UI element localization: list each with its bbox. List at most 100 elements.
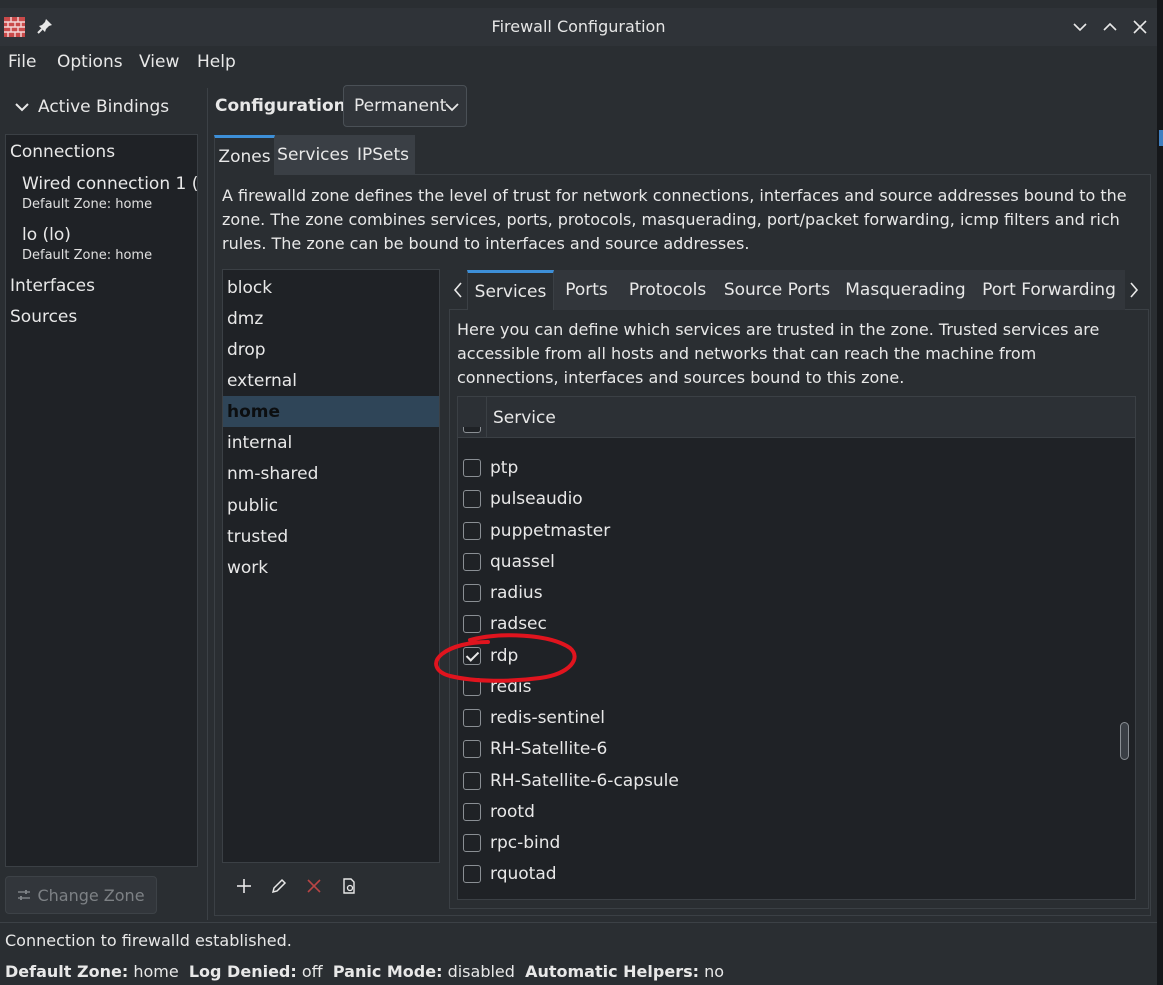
configuration-label: Configuration: <box>215 96 353 116</box>
zone-item-block[interactable]: block <box>223 272 439 303</box>
service-checkbox[interactable] <box>463 647 481 665</box>
connection-wired-name[interactable]: Wired connection 1 (en <box>22 174 197 194</box>
tab-zones[interactable]: Zones <box>214 135 275 175</box>
connection-lo-name[interactable]: lo (lo) <box>22 225 71 245</box>
service-checkbox[interactable] <box>463 584 481 602</box>
add-zone-plus-icon[interactable] <box>234 876 254 896</box>
subtab-masquerading[interactable]: Masquerading <box>838 270 973 310</box>
default-zone-value: home <box>133 962 179 981</box>
zone-description: A firewalld zone defines the level of tr… <box>222 186 1127 253</box>
service-label: pulseaudio <box>490 489 583 509</box>
connection-lo-zone: Default Zone: home <box>22 248 153 263</box>
service-column-header[interactable]: Service <box>493 408 556 428</box>
subtabs-scroll-left-icon[interactable] <box>450 274 466 306</box>
tab-ipsets[interactable]: IPSets <box>351 135 415 175</box>
configuration-value: Permanent <box>354 96 447 116</box>
service-row[interactable]: redis-sentinel <box>458 704 1118 735</box>
interfaces-header[interactable]: Interfaces <box>10 276 95 296</box>
configuration-select[interactable]: Permanent <box>343 85 467 127</box>
subtab-protocols[interactable]: Protocols <box>619 270 716 310</box>
service-label: puppetmaster <box>490 521 611 541</box>
service-label: ptp <box>490 458 519 478</box>
service-row[interactable]: pulseaudio <box>458 485 1118 516</box>
status-separator <box>0 922 1157 923</box>
menu-help[interactable]: Help <box>197 52 236 72</box>
zone-item-drop[interactable]: drop <box>223 334 439 365</box>
services-scrollbar-thumb[interactable] <box>1120 722 1129 760</box>
table-row-partial <box>458 427 1118 437</box>
service-label: rpc-bind <box>490 833 561 853</box>
sources-header[interactable]: Sources <box>10 307 77 327</box>
chevron-down-icon <box>445 103 459 112</box>
service-row[interactable]: ptp <box>458 454 1118 485</box>
zone-item-internal[interactable]: internal <box>223 427 439 458</box>
service-row[interactable]: puppetmaster <box>458 517 1118 548</box>
service-label: rquotad <box>490 864 557 884</box>
subtabs-scroll-right-icon[interactable] <box>1126 274 1142 306</box>
background-accent <box>1159 130 1163 146</box>
zone-item-trusted[interactable]: trusted <box>223 521 439 552</box>
connection-wired-zone: Default Zone: home <box>22 197 153 212</box>
service-row[interactable]: rootd <box>458 798 1118 829</box>
service-label: redis-sentinel <box>490 708 606 728</box>
service-checkbox[interactable] <box>463 772 481 790</box>
service-checkbox[interactable] <box>463 834 481 852</box>
panel-divider[interactable] <box>207 88 208 920</box>
load-defaults-document-icon[interactable] <box>339 876 359 896</box>
service-row[interactable]: rdp <box>458 642 1118 673</box>
zone-item-work[interactable]: work <box>223 552 439 583</box>
service-checkbox[interactable] <box>463 522 481 540</box>
maximize-chevron-up-icon[interactable] <box>1100 17 1120 37</box>
auto-helpers-value: no <box>704 962 725 981</box>
menu-file[interactable]: File <box>8 52 36 72</box>
menu-options[interactable]: Options <box>57 52 123 72</box>
service-checkbox[interactable] <box>463 709 481 727</box>
service-checkbox[interactable] <box>463 553 481 571</box>
service-row[interactable]: rquotad <box>458 860 1118 891</box>
service-checkbox[interactable] <box>463 740 481 758</box>
panic-mode-value: disabled <box>447 962 515 981</box>
connections-header: Connections <box>10 142 116 162</box>
remove-zone-x-icon[interactable] <box>304 876 324 896</box>
service-checkbox[interactable] <box>463 615 481 633</box>
status-message: Connection to firewalld established. <box>5 931 292 950</box>
zone-toolbar <box>222 870 440 904</box>
service-checkbox[interactable] <box>463 678 481 696</box>
service-row[interactable]: rpc-bind <box>458 829 1118 860</box>
service-row[interactable]: radius <box>458 579 1118 610</box>
minimize-chevron-down-icon[interactable] <box>1070 17 1090 37</box>
service-checkbox[interactable] <box>463 490 481 508</box>
subtab-source-ports[interactable]: Source Ports <box>716 270 838 310</box>
zone-item-external[interactable]: external <box>223 365 439 396</box>
log-denied-label: Log Denied: <box>188 962 297 981</box>
status-summary: Default Zone: home Log Denied: off Panic… <box>5 962 724 981</box>
panic-mode-label: Panic Mode: <box>332 962 443 981</box>
active-bindings-panel: Connections Wired connection 1 (en Defau… <box>5 134 198 867</box>
services-table: Service ptp pulseaudio puppetmaster quassel… <box>457 396 1136 900</box>
active-bindings-label: Active Bindings <box>38 97 170 117</box>
service-row[interactable]: RH-Satellite-6-capsule <box>458 767 1118 798</box>
edit-zone-pencil-icon[interactable] <box>269 876 289 896</box>
subtab-ports[interactable]: Ports <box>554 270 619 310</box>
service-checkbox[interactable] <box>463 459 481 477</box>
close-icon[interactable] <box>1130 17 1150 37</box>
zone-item-nm-shared[interactable]: nm-shared <box>223 458 439 489</box>
service-row[interactable]: redis <box>458 673 1118 704</box>
menu-view[interactable]: View <box>139 52 179 72</box>
tab-services[interactable]: Services <box>275 135 351 175</box>
change-zone-button[interactable]: Change Zone <box>5 876 157 914</box>
zone-item-public[interactable]: public <box>223 490 439 521</box>
subtab-port-forwarding[interactable]: Port Forwarding <box>973 270 1125 310</box>
service-row[interactable]: radsec <box>458 610 1118 641</box>
service-checkbox[interactable] <box>463 865 481 883</box>
subtab-services[interactable]: Services <box>467 270 554 310</box>
service-label: radius <box>490 583 543 603</box>
zone-item-home[interactable]: home <box>223 396 439 427</box>
service-row[interactable]: quassel <box>458 548 1118 579</box>
active-bindings-toggle[interactable]: Active Bindings <box>14 95 169 119</box>
zone-item-dmz[interactable]: dmz <box>223 303 439 334</box>
chevron-down-icon <box>15 103 29 112</box>
service-checkbox <box>463 427 481 433</box>
service-checkbox[interactable] <box>463 803 481 821</box>
service-row[interactable]: RH-Satellite-6 <box>458 735 1118 766</box>
